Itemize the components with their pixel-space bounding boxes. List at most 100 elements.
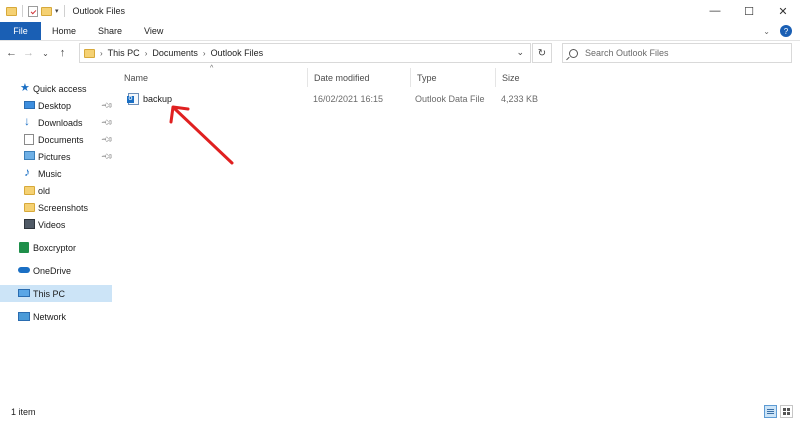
column-header-name[interactable]: Name [118, 68, 307, 87]
close-button[interactable]: ✕ [766, 0, 800, 22]
sidebar-item-label: Documents [38, 134, 84, 145]
pictures-icon [24, 151, 35, 160]
tile [787, 408, 790, 411]
tab-share[interactable]: Share [87, 22, 133, 40]
maximize-button[interactable]: ☐ [732, 0, 766, 22]
chevron-down-icon[interactable]: ⌄ [763, 27, 770, 36]
new-folder-icon[interactable] [41, 6, 52, 16]
cloud-icon [18, 267, 30, 273]
tile [783, 412, 786, 415]
breadcrumb-documents[interactable]: Documents [152, 48, 198, 58]
window-title: Outlook Files [72, 6, 126, 16]
large-icons-view-button[interactable] [780, 405, 793, 418]
column-header-date-modified[interactable]: Date modified [307, 68, 410, 87]
desktop-icon [24, 101, 35, 109]
search-icon [569, 48, 578, 58]
sidebar-item-label: Videos [38, 219, 66, 230]
outlook-data-file-icon [127, 93, 139, 105]
sidebar-item-videos[interactable]: Videos [0, 216, 112, 233]
properties-icon[interactable] [28, 5, 38, 17]
network-icon [18, 312, 30, 321]
ribbon-tabs: File Home Share View ⌄ ? [0, 22, 800, 41]
forward-button[interactable]: → [20, 47, 37, 59]
sidebar-item-boxcryptor[interactable]: Boxcryptor [0, 239, 112, 256]
sidebar-item-label: Pictures [38, 151, 71, 162]
sidebar-item-desktop[interactable]: Desktop 📌︎ [0, 97, 114, 114]
tab-view[interactable]: View [133, 22, 174, 40]
refresh-button[interactable]: ↻ [532, 43, 552, 63]
status-bar: 1 item [0, 402, 800, 422]
pin-icon: 📌︎ [100, 149, 114, 164]
address-bar[interactable]: › This PC › Documents › Outlook Files ⌄ [79, 43, 531, 63]
view-switcher [764, 405, 793, 418]
pin-icon: 📌︎ [100, 132, 114, 147]
music-icon: ♪ [24, 165, 30, 179]
toolbar-separator [63, 5, 65, 17]
computer-icon [18, 289, 30, 297]
search-input[interactable] [585, 48, 775, 58]
recent-locations-button[interactable]: ⌄ [37, 49, 54, 58]
sidebar-item-network[interactable]: Network [0, 308, 112, 325]
list-line [767, 409, 774, 410]
sidebar-item-label: Desktop [38, 100, 72, 111]
sidebar-item-label: old [38, 185, 51, 196]
sidebar-item-old[interactable]: old [0, 182, 112, 199]
minimize-button[interactable]: — [698, 0, 732, 22]
tab-file[interactable]: File [0, 22, 41, 40]
sidebar-item-documents[interactable]: Documents 📌︎ [0, 131, 114, 148]
folder-icon [24, 186, 35, 195]
sidebar-item-label: Music [38, 168, 62, 179]
sidebar-item-label: Network [33, 311, 67, 322]
breadcrumb-arrow-icon[interactable]: › [203, 49, 206, 58]
sidebar-item-label: Screenshots [38, 202, 89, 213]
column-header-type[interactable]: Type [410, 68, 495, 87]
quick-access-toolbar: ▾ [0, 5, 67, 17]
boxcryptor-icon [19, 242, 29, 253]
breadcrumb-outlook-files[interactable]: Outlook Files [211, 48, 264, 58]
breadcrumb-arrow-icon[interactable]: › [145, 49, 148, 58]
documents-icon [24, 134, 34, 145]
breadcrumb-this-pc[interactable]: This PC [108, 48, 140, 58]
search-box[interactable] [562, 43, 792, 63]
address-dropdown-icon[interactable]: ⌄ [516, 47, 524, 58]
help-icon[interactable]: ? [780, 25, 792, 37]
file-size: 4,233 KB [501, 94, 539, 104]
details-view-button[interactable] [764, 405, 777, 418]
sidebar-item-music[interactable]: ♪ Music [0, 165, 112, 182]
sidebar-item-label: Boxcryptor [33, 242, 77, 253]
list-line [767, 413, 774, 414]
file-type: Outlook Data File [415, 94, 485, 104]
column-header-size[interactable]: Size [495, 68, 550, 87]
pin-icon: 📌︎ [100, 115, 114, 130]
breadcrumb-arrow-icon[interactable]: › [100, 49, 103, 58]
ribbon-controls: ⌄ ? [763, 25, 792, 37]
folder-icon [6, 6, 17, 16]
navigation-bar: ← → ⌄ ↑ › This PC › Documents › Outlook … [0, 41, 800, 65]
sidebar-item-onedrive[interactable]: OneDrive [0, 262, 112, 279]
star-icon: ★ [20, 82, 30, 94]
up-button[interactable]: ↑ [54, 47, 71, 59]
sidebar-item-downloads[interactable]: ↓ Downloads 📌︎ [0, 114, 114, 131]
pin-icon: 📌︎ [100, 98, 114, 113]
toolbar-separator [22, 5, 23, 17]
sidebar-item-this-pc[interactable]: This PC [0, 285, 112, 302]
window-controls: — ☐ ✕ [698, 0, 800, 22]
customize-quick-access-icon[interactable]: ▾ [55, 7, 59, 15]
sidebar-item-label: Quick access [33, 83, 87, 94]
sidebar-item-pictures[interactable]: Pictures 📌︎ [0, 148, 114, 165]
sidebar-item-label: Downloads [38, 117, 83, 128]
sidebar-item-screenshots[interactable]: Screenshots [0, 199, 112, 216]
folder-icon [84, 48, 95, 58]
back-button[interactable]: ← [3, 47, 20, 59]
file-date-modified: 16/02/2021 16:15 [313, 94, 384, 104]
title-bar: ▾ Outlook Files — ☐ ✕ [0, 0, 800, 22]
navigation-pane: ★ Quick access Desktop 📌︎ ↓ Downloads 📌︎… [0, 78, 114, 378]
item-count: 1 item [11, 407, 36, 417]
videos-icon [24, 219, 35, 229]
annotation-arrow-icon [169, 105, 234, 165]
sidebar-item-quick-access[interactable]: ★ Quick access [0, 80, 112, 97]
tab-home[interactable]: Home [41, 22, 87, 40]
file-list-header: ^ Name Date modified Type Size [118, 65, 678, 87]
list-line [767, 411, 774, 412]
folder-icon [24, 203, 35, 212]
